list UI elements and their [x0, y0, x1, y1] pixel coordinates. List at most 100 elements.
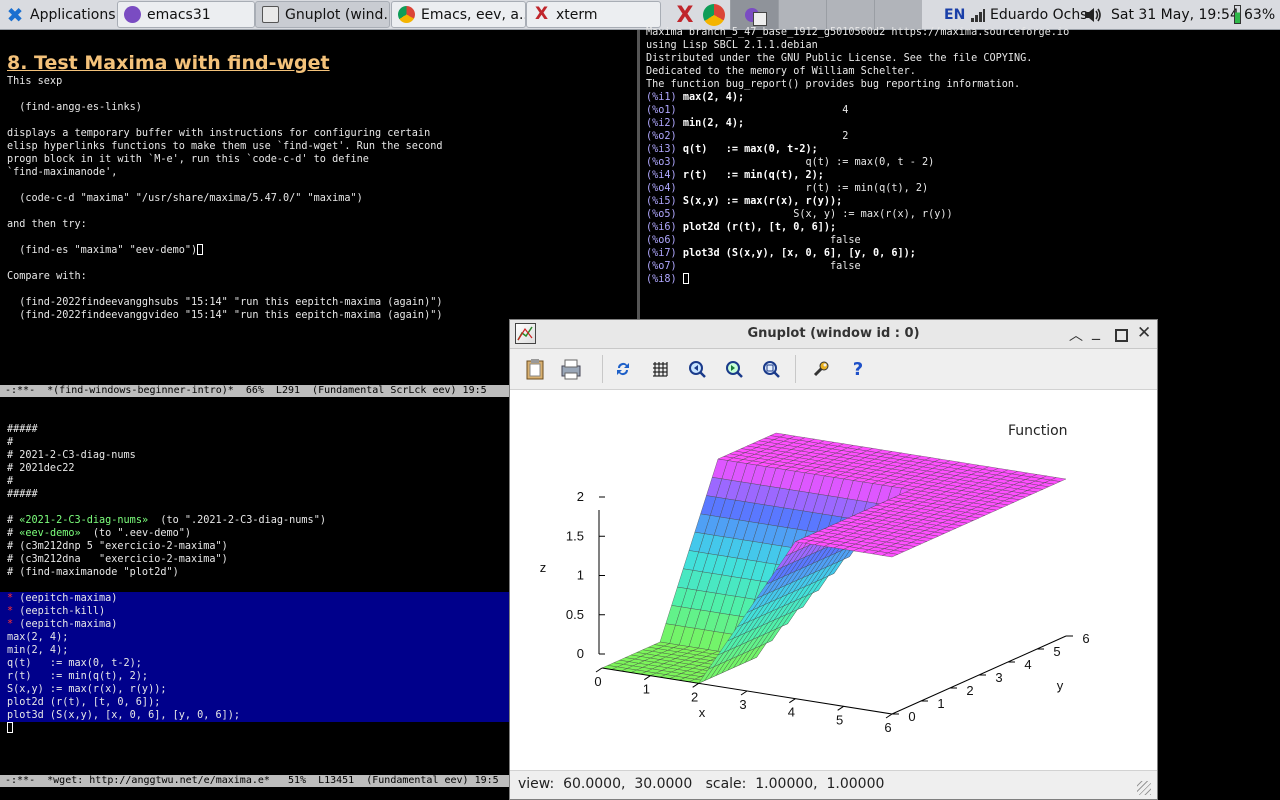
axis-line — [740, 690, 748, 696]
task-chrome[interactable]: Emacs, eev, a... — [391, 1, 526, 28]
y-axis-label: y — [1057, 678, 1064, 693]
intro-body-compare: Compare with: (find-2022findeevangghsubs… — [7, 271, 443, 321]
task-xterm[interactable]: X xterm — [526, 1, 661, 28]
anchor-link[interactable]: # «2021-2-C3-diag-nums» (to ".2021-2-C3-… — [7, 515, 326, 526]
y-tick-label: 4 — [1024, 657, 1031, 672]
text-cursor — [7, 722, 13, 733]
applications-menu[interactable]: ✖ Applications : — [4, 0, 125, 29]
zoom-next-icon[interactable] — [722, 357, 746, 381]
x-tick-label: 4 — [788, 705, 795, 720]
text-cursor — [682, 273, 689, 284]
modeline-top: -:**- *(find-windows-beginner-intro)* 66… — [0, 385, 510, 397]
workspace-4[interactable] — [874, 0, 922, 29]
workspace-2[interactable] — [778, 0, 826, 29]
settings-wrench-icon[interactable] — [809, 357, 833, 381]
x-axis-label: x — [699, 705, 706, 720]
maxima-output-line: (%o2) 2 — [646, 131, 849, 142]
y-tick-label: 3 — [995, 670, 1002, 685]
maxima-session: (%i1) max(2, 4); (%o1) 4 (%i2) min(2, 4); (… — [646, 91, 953, 273]
x-tick-label: 6 — [884, 720, 891, 735]
y-tick-label: 2 — [966, 683, 973, 698]
battery-icon[interactable] — [1234, 0, 1241, 29]
anchor-link[interactable]: # «eev-demo» (to ".eev-demo") — [7, 528, 191, 539]
surface-plot: 2 1.5 1 0.5 0 z 0 1 2 3 4 5 6 x 0 1 2 3 4 5 6 y — [540, 432, 1090, 735]
eepitch-line[interactable]: * (eepitch-maxima) — [7, 593, 117, 604]
clock[interactable]: Sat 31 May, 19:54 — [1111, 0, 1239, 29]
minimize-button[interactable]: _ — [1092, 321, 1100, 340]
y-tick-label: 5 — [1053, 644, 1060, 659]
title-bar[interactable]: Gnuplot (window id : 0) ︿ _ ✕ — [510, 320, 1157, 349]
help-icon[interactable]: ? — [846, 357, 870, 381]
x-tick-label: 0 — [594, 674, 601, 689]
toolbar-separator — [795, 355, 796, 383]
maxima-code: max(2, 4); min(2, 4); q(t) := max(0, t-2… — [7, 632, 241, 721]
top-panel: ✖ Applications : emacs31 Gnuplot (wind..… — [0, 0, 1280, 30]
axis-line — [644, 675, 651, 681]
intro-body: This sexp (find-angg-es-links) displays … — [7, 76, 443, 256]
z-tick-label: 1 — [577, 568, 584, 583]
axis-line — [885, 713, 893, 719]
maxima-banner: Maxima branch_5_47_base_1912_g5010560d2 … — [646, 27, 1070, 90]
axis-line — [837, 705, 844, 711]
eepitch-line[interactable]: * (eepitch-kill) — [7, 606, 105, 617]
eepitch-line[interactable]: * (eepitch-maxima) — [7, 619, 117, 630]
plot-legend: Function — [1008, 423, 1068, 439]
maxima-input-line: (%i2) min(2, 4); — [646, 118, 745, 129]
x-tick-label: 2 — [691, 689, 698, 704]
anchor-links: # «2021-2-C3-diag-nums» (to ".2021-2-C3-… — [7, 514, 326, 540]
eepitch-block: * (eepitch-maxima) * (eepitch-kill) * (e… — [7, 592, 117, 631]
maxima-output-line: (%o5) S(x, y) := max(r(x), r(y)) — [646, 209, 953, 220]
workspace-1[interactable] — [730, 0, 778, 29]
print-icon[interactable] — [559, 357, 583, 381]
axis-line — [692, 682, 699, 688]
grid-icon[interactable] — [648, 357, 672, 381]
maxima-input-line: (%i1) max(2, 4); — [646, 92, 745, 103]
gnuplot-toolbar: ? — [510, 349, 1157, 390]
maxima-output-line: (%o1) 4 — [646, 105, 849, 116]
battery-percent: 63% — [1244, 6, 1276, 23]
gnuplot-window[interactable]: Gnuplot (window id : 0) ︿ _ ✕ ? 2 1.5 1 0.5… — [509, 319, 1158, 800]
x-tick-label: 3 — [739, 697, 746, 712]
applications-label: Applications — [30, 6, 116, 23]
comment-links: # (c3m212dnp 5 "exercicio-2-maxima") # (… — [7, 541, 228, 578]
maxima-output-line: (%o6) false — [646, 235, 861, 246]
xterm-icon: X — [534, 4, 549, 24]
resize-grip-icon[interactable] — [1137, 781, 1151, 795]
volume-icon[interactable] — [1083, 0, 1103, 29]
z-tick-label: 1.5 — [566, 528, 584, 543]
copy-clipboard-icon[interactable] — [523, 357, 547, 381]
gnuplot-icon — [262, 6, 279, 23]
chrome-launcher-icon[interactable] — [701, 2, 727, 28]
x-tick-label: 5 — [836, 712, 843, 727]
x-tick-label: 1 — [643, 682, 650, 697]
shade-button[interactable]: ︿ — [1069, 325, 1083, 345]
maximize-button[interactable] — [1115, 329, 1128, 342]
section-heading: 8. Test Maxima with find-wget — [7, 52, 330, 74]
y-tick-label: 0 — [908, 709, 915, 724]
surface-mesh — [601, 432, 1067, 684]
replot-icon[interactable] — [611, 357, 635, 381]
close-button[interactable]: ✕ — [1137, 323, 1151, 343]
buffer-header: ##### # # 2021-2-C3-diag-nums # 2021dec2… — [7, 424, 136, 500]
task-emacs31[interactable]: emacs31 — [117, 1, 255, 28]
maxima-input-line: (%i5) S(x,y) := max(r(x), r(y)); — [646, 196, 843, 207]
workspace-3[interactable] — [826, 0, 874, 29]
status-bar: view: 60.0000, 30.0000 scale: 1.00000, 1… — [510, 770, 1157, 799]
user-name[interactable]: Eduardo Ochs — [990, 0, 1087, 29]
toolbar-separator — [602, 355, 603, 383]
xterm-launcher-icon[interactable]: X — [672, 2, 698, 28]
maxima-input-line: (%i7) plot3d (S(x,y), [x, 0, 6], [y, 0, … — [646, 248, 916, 259]
gnuplot-icon — [753, 12, 767, 26]
network-signal-icon[interactable] — [970, 0, 986, 29]
autoscale-icon[interactable] — [759, 357, 783, 381]
maxima-output-line: (%o3) q(t) := max(0, t - 2) — [646, 157, 935, 168]
emacs-icon — [124, 6, 141, 23]
task-gnuplot[interactable]: Gnuplot (wind... — [255, 1, 390, 28]
maxima-prompt[interactable]: (%i8) — [646, 273, 689, 286]
window-title: Gnuplot (window id : 0) — [747, 326, 920, 341]
zoom-previous-icon[interactable] — [685, 357, 709, 381]
y-tick-label: 1 — [937, 696, 944, 711]
plot-canvas[interactable]: 2 1.5 1 0.5 0 z 0 1 2 3 4 5 6 x 0 1 2 3 4 5 6 y Function — [510, 390, 1157, 772]
keyboard-layout[interactable]: EN — [944, 0, 965, 29]
z-axis-label: z — [540, 560, 547, 575]
